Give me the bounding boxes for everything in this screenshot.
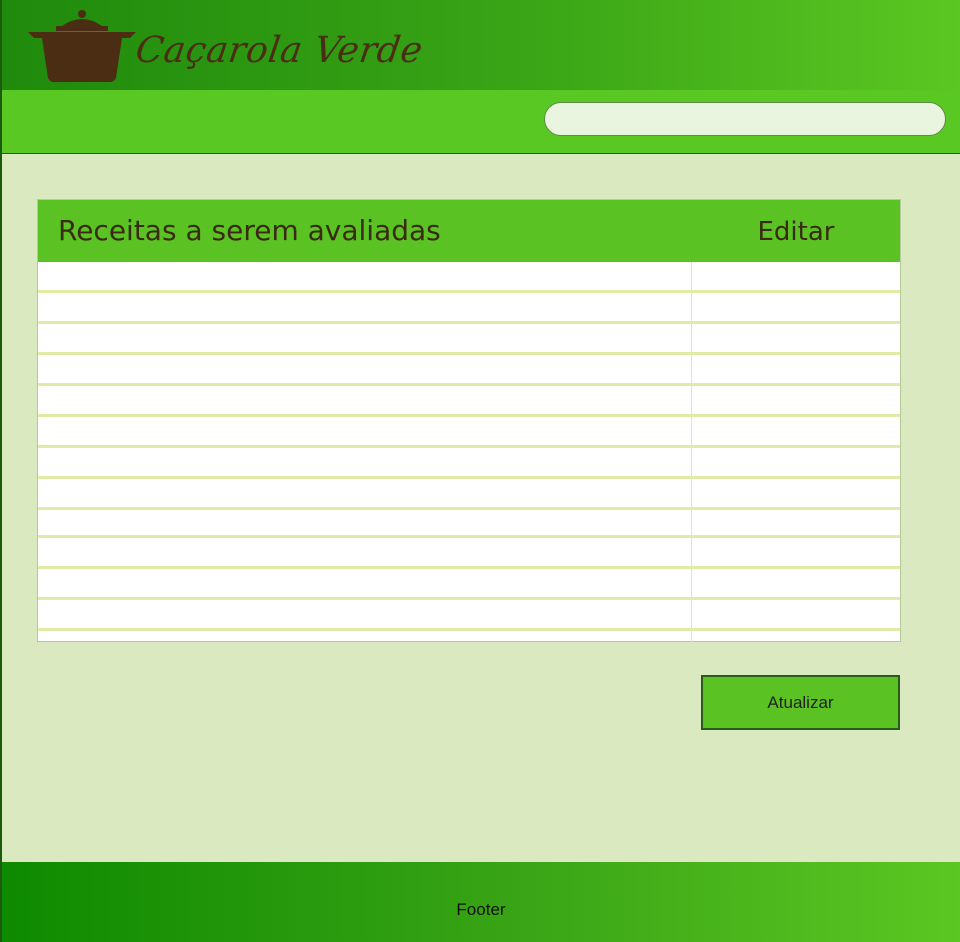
edit-cell[interactable] [692, 262, 900, 290]
recipe-cell [38, 569, 692, 597]
recipe-cell [38, 448, 692, 476]
recipe-cell [38, 262, 692, 290]
table-row[interactable] [38, 262, 900, 293]
header: Caçarola Verde [0, 0, 960, 90]
brand-name: Caçarola Verde [133, 30, 426, 71]
column-header-edit-label: Editar [757, 217, 835, 247]
edit-cell[interactable] [692, 293, 900, 321]
edit-cell[interactable] [692, 324, 900, 352]
edit-cell[interactable] [692, 479, 900, 507]
column-header-recipes: Receitas a serem avaliadas [38, 200, 693, 262]
table-row[interactable] [38, 324, 900, 355]
edit-cell [692, 631, 900, 647]
edit-cell[interactable] [692, 448, 900, 476]
table-row [38, 631, 900, 647]
table-row[interactable] [38, 569, 900, 600]
recipe-cell [38, 479, 692, 507]
edit-cell[interactable] [692, 600, 900, 628]
navbar [0, 90, 960, 154]
recipe-cell [38, 324, 692, 352]
recipes-table: Receitas a serem avaliadas Editar [37, 199, 901, 647]
cooking-pot-icon [28, 10, 136, 82]
footer: Footer [0, 862, 960, 942]
edit-cell[interactable] [692, 538, 900, 566]
table-row[interactable] [38, 510, 900, 538]
table-body [38, 262, 900, 647]
table-row[interactable] [38, 293, 900, 324]
table-row[interactable] [38, 600, 900, 631]
main-content: Receitas a serem avaliadas Editar Atuali… [0, 154, 960, 862]
table-row[interactable] [38, 448, 900, 479]
recipe-cell [38, 631, 692, 647]
recipe-cell [38, 417, 692, 445]
column-header-recipes-label: Receitas a serem avaliadas [58, 214, 441, 247]
table-row[interactable] [38, 386, 900, 417]
edit-cell[interactable] [692, 417, 900, 445]
footer-text: Footer [456, 900, 506, 919]
recipe-cell [38, 510, 692, 535]
update-button[interactable]: Atualizar [701, 675, 900, 730]
column-header-edit: Editar [692, 200, 900, 262]
recipe-cell [38, 600, 692, 628]
edit-cell[interactable] [692, 510, 900, 535]
edit-cell[interactable] [692, 569, 900, 597]
table-row[interactable] [38, 538, 900, 569]
recipe-cell [38, 538, 692, 566]
table-row[interactable] [38, 479, 900, 510]
table-row[interactable] [38, 417, 900, 448]
table-row[interactable] [38, 355, 900, 386]
search-input[interactable] [544, 102, 946, 136]
recipe-cell [38, 355, 692, 383]
edit-cell[interactable] [692, 386, 900, 414]
recipe-cell [38, 386, 692, 414]
recipe-cell [38, 293, 692, 321]
edit-cell[interactable] [692, 355, 900, 383]
